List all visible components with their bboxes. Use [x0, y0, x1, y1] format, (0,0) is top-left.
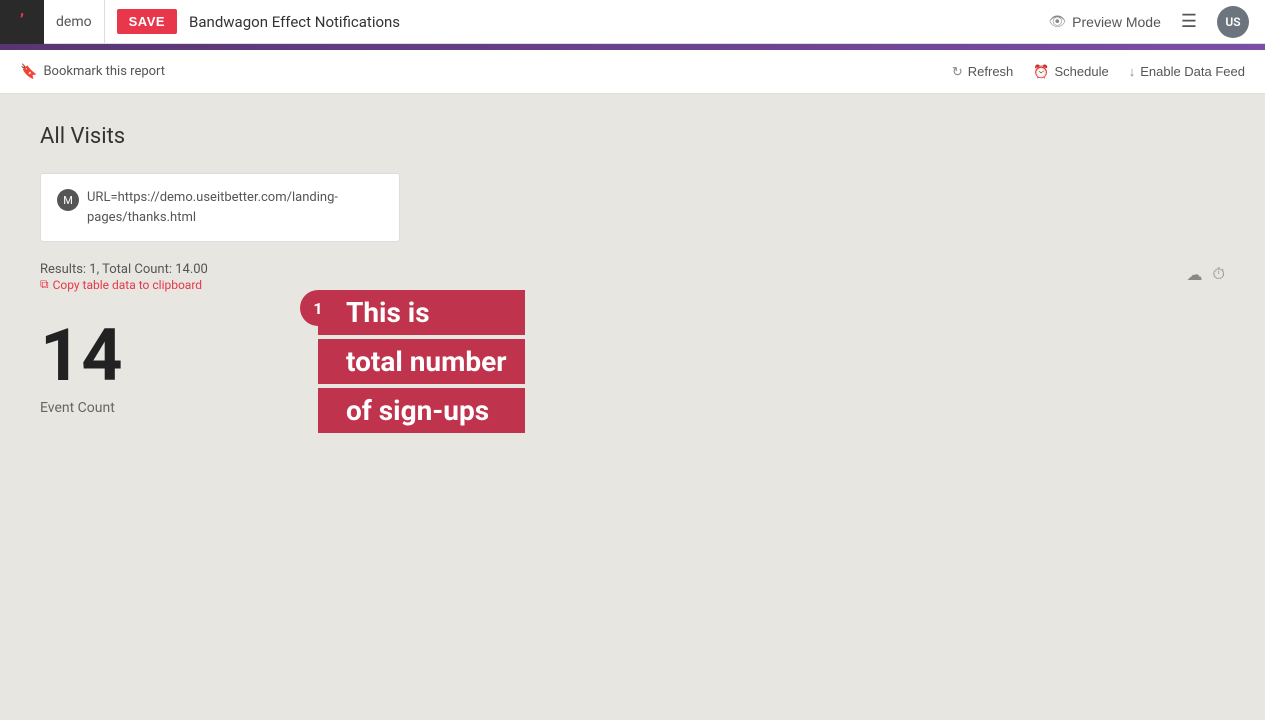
nav-right: 👁 Preview Mode ☰ US [1048, 6, 1265, 38]
metric-label: Event Count [40, 400, 1225, 416]
schedule-button[interactable]: ⏰ Schedule [1033, 64, 1108, 80]
filter-box: M URL=https://demo.useitbetter.com/landi… [40, 173, 400, 242]
annotation-line-2: total number [318, 339, 525, 384]
hamburger-menu-button[interactable]: ☰ [1177, 7, 1201, 36]
annotation-line-1: This is [318, 290, 525, 335]
results-icon-btn-1[interactable]: ☁ [1187, 265, 1203, 285]
filter-url-text: URL=https://demo.useitbetter.com/landing… [87, 188, 383, 227]
schedule-label: Schedule [1054, 64, 1108, 79]
copy-icon: ⧉ [40, 277, 49, 292]
annotation-text-block: This is total number of sign-ups [318, 290, 525, 433]
logo-area[interactable]: ʼ [0, 0, 44, 44]
annotation-badge: 1 [300, 290, 336, 326]
results-icon-actions: ☁ ⏱ [1187, 265, 1225, 285]
enable-data-feed-label: Enable Data Feed [1140, 64, 1245, 79]
refresh-button[interactable]: ↻ Refresh [952, 64, 1013, 80]
report-title: Bandwagon Effect Notifications [189, 13, 1048, 31]
results-row: Results: 1, Total Count: 14.00 ⧉ Copy ta… [40, 258, 1225, 292]
bookmark-area[interactable]: 🔖 Bookmark this report [20, 64, 165, 80]
hamburger-icon: ☰ [1181, 11, 1197, 31]
toolbar-row: 🔖 Bookmark this report ↻ Refresh ⏰ Sched… [0, 50, 1265, 94]
preview-mode-label: Preview Mode [1072, 14, 1161, 30]
toolbar-actions: ↻ Refresh ⏰ Schedule ↓ Enable Data Feed [952, 64, 1245, 80]
results-area: Results: 1, Total Count: 14.00 ⧉ Copy ta… [40, 258, 208, 292]
main-content: All Visits M URL=https://demo.useitbette… [0, 94, 1265, 466]
copy-label: Copy table data to clipboard [53, 278, 202, 292]
bookmark-icon: 🔖 [20, 64, 37, 80]
annotation-line-3: of sign-ups [318, 388, 525, 433]
data-feed-icon: ↓ [1129, 64, 1136, 79]
eye-icon: 👁 [1048, 13, 1066, 30]
metric-value: 14 [40, 320, 1225, 392]
refresh-icon: ↻ [952, 64, 963, 80]
copy-clipboard-link[interactable]: ⧉ Copy table data to clipboard [40, 277, 208, 292]
user-avatar[interactable]: US [1217, 6, 1249, 38]
results-text: Results: 1, Total Count: 14.00 [40, 262, 208, 277]
metric-container: 14 Event Count [40, 320, 1225, 416]
filter-type-badge: M [57, 189, 79, 211]
bookmark-label: Bookmark this report [43, 64, 165, 79]
page-title: All Visits [40, 124, 1225, 149]
logo-icon: ʼ [20, 11, 24, 32]
top-nav: ʼ demo SAVE Bandwagon Effect Notificatio… [0, 0, 1265, 44]
results-icon-btn-2[interactable]: ⏱ [1213, 266, 1225, 284]
data-area: 14 Event Count 1 This is total number of… [40, 300, 1225, 436]
enable-data-feed-button[interactable]: ↓ Enable Data Feed [1129, 64, 1245, 79]
clock-icon: ⏰ [1033, 64, 1049, 80]
filter-row: M URL=https://demo.useitbetter.com/landi… [57, 188, 383, 227]
save-button[interactable]: SAVE [117, 9, 177, 34]
workspace-label: demo [44, 0, 105, 43]
refresh-label: Refresh [968, 64, 1014, 79]
preview-mode-button[interactable]: 👁 Preview Mode [1048, 13, 1160, 30]
